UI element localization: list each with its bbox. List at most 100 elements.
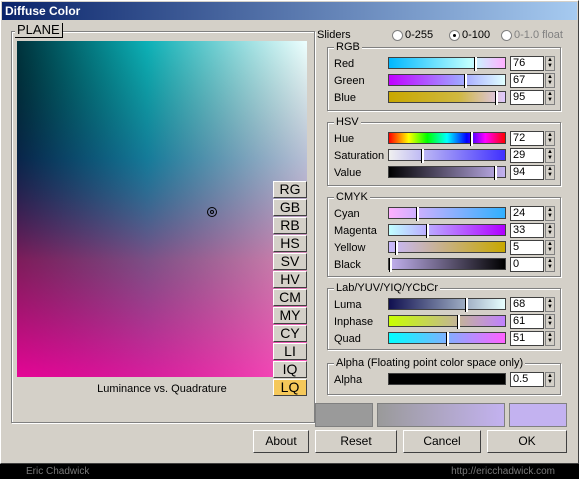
slider-value-alpha[interactable]: 0.5 [510,372,544,387]
radio-float[interactable]: 0-1.0 float [501,29,563,41]
slider-label-blue: Blue [334,92,357,104]
slider-row-green: Green 67 ▲ ▼ [328,73,560,88]
mode-button-gb[interactable]: GB [273,199,307,216]
slider-thumb-luma[interactable] [465,298,468,312]
spinner-yellow[interactable]: ▲ ▼ [545,240,555,255]
slider-track-luma[interactable] [388,298,506,312]
spinner-inphase[interactable]: ▲ ▼ [545,314,555,329]
mode-button-lq[interactable]: LQ [273,379,307,396]
spinner-blue[interactable]: ▲ ▼ [545,90,555,105]
slider-row-quad: Quad 51 ▲ ▼ [328,331,560,346]
spinner-luma[interactable]: ▲ ▼ [545,297,555,312]
mode-button-iq[interactable]: IQ [273,361,307,378]
radio-0-255-dot[interactable] [392,29,403,41]
slider-value-black[interactable]: 0 [510,257,544,272]
slider-thumb-black[interactable] [389,258,392,272]
mode-button-my[interactable]: MY [273,307,307,324]
slider-track-magenta[interactable] [388,224,506,238]
slider-track-alpha[interactable] [388,373,506,385]
slider-thumb-green[interactable] [464,74,467,88]
ok-button[interactable]: OK [487,430,567,453]
slider-thumb-magenta[interactable] [426,224,429,238]
slider-row-inphase: Inphase 61 ▲ ▼ [328,314,560,329]
slider-row-saturation: Saturation 29 ▲ ▼ [328,148,560,163]
slider-thumb-inphase[interactable] [457,315,460,329]
slider-value-quad[interactable]: 51 [510,331,544,346]
plane-cursor[interactable] [207,207,217,217]
spinner-magenta[interactable]: ▲ ▼ [545,223,555,238]
reset-button[interactable]: Reset [315,430,397,453]
color-dialog: Diffuse Color PLANE Luminance vs. Quadra… [0,0,579,464]
mode-button-sv[interactable]: SV [273,253,307,270]
spinner-saturation[interactable]: ▲ ▼ [545,148,555,163]
spinner-value[interactable]: ▲ ▼ [545,165,555,180]
mode-button-cm[interactable]: CM [273,289,307,306]
spinner-hue[interactable]: ▲ ▼ [545,131,555,146]
slider-value-luma[interactable]: 68 [510,297,544,312]
mode-button-rb[interactable]: RB [273,217,307,234]
current-color-swatch [509,403,567,427]
spinner-black[interactable]: ▲ ▼ [545,257,555,272]
radio-float-dot[interactable] [501,29,512,41]
slider-value-hue[interactable]: 72 [510,131,544,146]
mode-button-cy[interactable]: CY [273,325,307,342]
slider-track-hue[interactable] [388,132,506,146]
mode-button-li[interactable]: LI [273,343,307,360]
slider-label-black: Black [334,259,361,271]
window-title: Diffuse Color [2,2,577,20]
group-alpha: Alpha (Floating point color space only) A… [327,357,561,395]
slider-thumb-blue[interactable] [495,91,498,105]
slider-track-quad[interactable] [388,332,506,346]
slider-label-quad: Quad [334,333,361,345]
radio-0-255[interactable]: 0-255 [392,29,433,41]
footer-author: Eric Chadwick [26,466,90,477]
slider-value-saturation[interactable]: 29 [510,148,544,163]
slider-thumb-hue[interactable] [470,132,473,146]
spinner-cyan[interactable]: ▲ ▼ [545,206,555,221]
color-plane[interactable] [17,41,307,377]
slider-track-green[interactable] [388,74,506,88]
slider-value-blue[interactable]: 95 [510,90,544,105]
slider-thumb-yellow[interactable] [395,241,398,255]
slider-thumb-saturation[interactable] [421,149,424,163]
slider-value-magenta[interactable]: 33 [510,223,544,238]
plane-label: PLANE [15,23,63,38]
slider-track-yellow[interactable] [388,241,506,255]
slider-track-value[interactable] [388,166,506,180]
slider-value-cyan[interactable]: 24 [510,206,544,221]
slider-track-black[interactable] [388,258,506,272]
slider-track-cyan[interactable] [388,207,506,221]
spinner-red[interactable]: ▲ ▼ [545,56,555,71]
group-rgb: RGB Red 76 ▲ ▼ Green 67 ▲ ▼ Blue 95 ▲ ▼ [327,41,561,111]
group-lab: Lab/YUV/YIQ/YCbCr Luma 68 ▲ ▼ Inphase 61 ▲ ▼ Quad… [327,282,561,350]
mode-button-hs[interactable]: HS [273,235,307,252]
group-title-hsv: HSV [334,116,361,128]
slider-thumb-red[interactable] [474,57,477,71]
slider-track-blue[interactable] [388,91,506,105]
slider-track-inphase[interactable] [388,315,506,329]
radio-0-100-dot[interactable] [449,29,460,41]
spinner-alpha[interactable]: ▲ ▼ [545,372,555,387]
spinner-green[interactable]: ▲ ▼ [545,73,555,88]
color-blend-bar[interactable] [377,403,505,427]
cancel-button[interactable]: Cancel [403,430,481,453]
slider-track-red[interactable] [388,57,506,71]
about-button[interactable]: About [253,430,309,453]
slider-value-inphase[interactable]: 61 [510,314,544,329]
slider-value-red[interactable]: 76 [510,56,544,71]
group-cmyk: CMYK Cyan 24 ▲ ▼ Magenta 33 ▲ ▼ Yellow 5 ▲ ▼ Black 0 ▲ ▼ [327,191,561,277]
mode-button-rg[interactable]: RG [273,181,307,198]
slider-thumb-cyan[interactable] [416,207,419,221]
slider-value-green[interactable]: 67 [510,73,544,88]
slider-thumb-quad[interactable] [446,332,449,346]
radio-0-100-label: 0-100 [462,29,491,41]
radio-0-100[interactable]: 0-100 [449,29,490,41]
radio-0-255-label: 0-255 [405,29,434,41]
slider-label-hue: Hue [334,133,355,145]
spinner-quad[interactable]: ▲ ▼ [545,331,555,346]
slider-thumb-value[interactable] [494,166,497,180]
slider-value-yellow[interactable]: 5 [510,240,544,255]
mode-button-hv[interactable]: HV [273,271,307,288]
slider-track-saturation[interactable] [388,149,506,163]
slider-value-value[interactable]: 94 [510,165,544,180]
